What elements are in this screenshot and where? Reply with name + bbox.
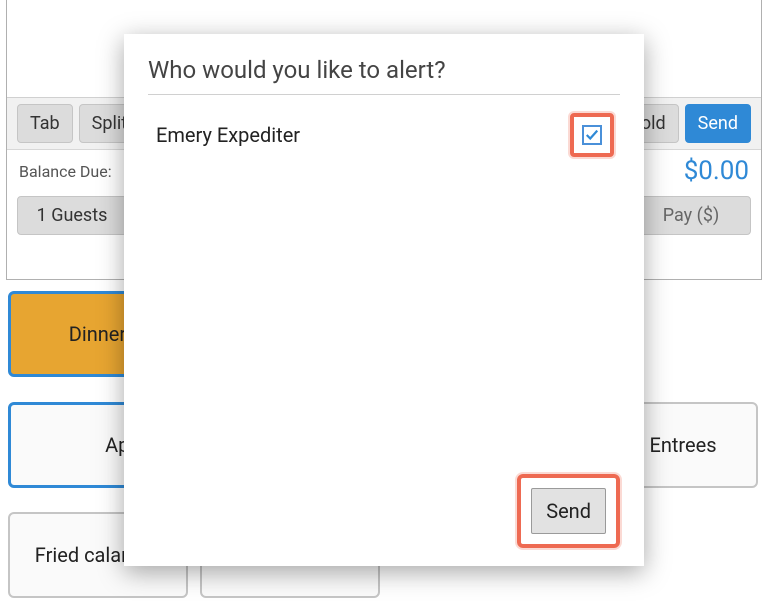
balance-label: Balance Due: (19, 162, 112, 181)
modal-send-button[interactable]: Send (531, 488, 606, 534)
tab-button[interactable]: Tab (17, 104, 73, 143)
send-order-button[interactable]: Send (685, 104, 751, 143)
pay-button[interactable]: Pay ($) (631, 196, 751, 235)
alert-modal: Who would you like to alert? Emery Exped… (124, 34, 644, 566)
balance-amount: $0.00 (684, 156, 749, 186)
modal-title: Who would you like to alert? (148, 56, 620, 95)
checkbox-highlight (570, 113, 614, 157)
recipient-name: Emery Expediter (156, 123, 300, 147)
check-icon (585, 128, 599, 142)
recipient-row: Emery Expediter (148, 95, 620, 157)
recipient-checkbox[interactable] (582, 125, 602, 145)
guests-button[interactable]: 1 Guests (17, 196, 127, 235)
send-highlight: Send (517, 474, 620, 548)
